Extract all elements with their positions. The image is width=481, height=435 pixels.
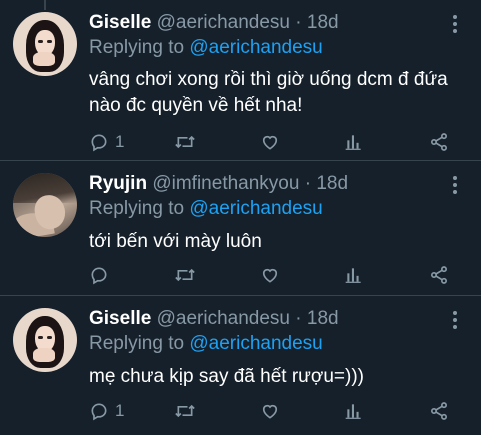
separator-dot: · bbox=[295, 12, 302, 33]
retweet-icon bbox=[175, 404, 195, 418]
heart-icon bbox=[262, 404, 278, 419]
share-icon bbox=[431, 402, 447, 420]
tweet-text: tới bến với mày luôn bbox=[89, 231, 262, 252]
retweet-button[interactable] bbox=[174, 264, 196, 286]
author-handle[interactable]: @aerichandesu bbox=[157, 308, 290, 329]
share-button[interactable] bbox=[429, 131, 449, 153]
tweet[interactable]: Ryujin @imfinethankyou · 18d Replying to… bbox=[0, 161, 481, 296]
replying-label: Replying to bbox=[89, 37, 185, 58]
analytics-button[interactable] bbox=[345, 264, 363, 286]
author-name[interactable]: Giselle bbox=[89, 308, 151, 329]
replying-label: Replying to bbox=[89, 198, 185, 219]
tweet-actions: 1 bbox=[89, 131, 464, 153]
heart-icon bbox=[262, 135, 278, 150]
reply-icon bbox=[91, 403, 107, 421]
timestamp[interactable]: 18d bbox=[307, 308, 339, 329]
tweet[interactable]: Giselle @aerichandesu · 18d Replying to … bbox=[0, 0, 481, 161]
retweet-icon bbox=[175, 268, 195, 282]
separator-dot: · bbox=[304, 173, 312, 194]
mention-link[interactable]: @aerichandesu bbox=[189, 37, 322, 58]
like-button[interactable] bbox=[260, 400, 280, 422]
thread-line-top bbox=[44, 0, 46, 10]
avatar[interactable] bbox=[13, 308, 77, 372]
reply-button[interactable]: 1 bbox=[89, 400, 124, 422]
tweet-header: Giselle @aerichandesu · 18d bbox=[89, 307, 339, 331]
author-name[interactable]: Giselle bbox=[89, 12, 151, 33]
analytics-icon bbox=[345, 404, 361, 419]
tweet-actions bbox=[89, 264, 464, 286]
replying-to: Replying to @aerichandesu bbox=[89, 36, 323, 60]
avatar[interactable] bbox=[13, 12, 77, 76]
author-handle[interactable]: @aerichandesu bbox=[157, 12, 290, 33]
analytics-icon bbox=[345, 268, 361, 283]
share-button[interactable] bbox=[429, 264, 449, 286]
tweet-actions: 1 bbox=[89, 400, 464, 422]
avatar[interactable] bbox=[13, 173, 77, 237]
tweet-header: Giselle @aerichandesu · 18d bbox=[89, 11, 339, 35]
author-handle[interactable]: @imfinethankyou bbox=[152, 173, 299, 194]
author-name[interactable]: Ryujin bbox=[89, 173, 147, 194]
separator-dot: · bbox=[295, 308, 302, 329]
reply-count: 1 bbox=[115, 401, 125, 420]
mention-link[interactable]: @aerichandesu bbox=[189, 333, 322, 354]
mention-link[interactable]: @aerichandesu bbox=[189, 198, 322, 219]
replying-label: Replying to bbox=[89, 333, 185, 354]
replying-to: Replying to @aerichandesu bbox=[89, 332, 323, 356]
retweet-icon bbox=[175, 135, 195, 149]
analytics-button[interactable] bbox=[345, 131, 363, 153]
analytics-button[interactable] bbox=[345, 400, 363, 422]
reply-icon bbox=[91, 267, 107, 285]
timestamp[interactable]: 18d bbox=[307, 12, 339, 33]
tweet-header: Ryujin @imfinethankyou · 18d bbox=[89, 172, 348, 196]
heart-icon bbox=[262, 268, 278, 283]
share-icon bbox=[431, 266, 447, 284]
more-vertical-icon[interactable] bbox=[453, 176, 459, 197]
share-button[interactable] bbox=[429, 400, 449, 422]
like-button[interactable] bbox=[260, 264, 280, 286]
more-vertical-icon[interactable] bbox=[453, 15, 459, 36]
retweet-button[interactable] bbox=[174, 400, 196, 422]
more-vertical-icon[interactable] bbox=[453, 311, 459, 332]
analytics-icon bbox=[345, 135, 361, 150]
like-button[interactable] bbox=[260, 131, 280, 153]
reply-button[interactable] bbox=[89, 264, 115, 286]
tweet-text: vâng chơi xong rồi thì giờ uống dcm đ đứ… bbox=[89, 69, 448, 116]
reply-button[interactable]: 1 bbox=[89, 131, 124, 153]
tweet-text: mẹ chưa kịp say đã hết rượu=))) bbox=[89, 366, 364, 387]
reply-count: 1 bbox=[115, 132, 125, 151]
replying-to: Replying to @aerichandesu bbox=[89, 197, 323, 221]
reply-icon bbox=[91, 134, 107, 152]
timestamp[interactable]: 18d bbox=[316, 173, 348, 194]
retweet-button[interactable] bbox=[174, 131, 196, 153]
tweet[interactable]: Giselle @aerichandesu · 18d Replying to … bbox=[0, 296, 481, 435]
share-icon bbox=[431, 133, 447, 151]
